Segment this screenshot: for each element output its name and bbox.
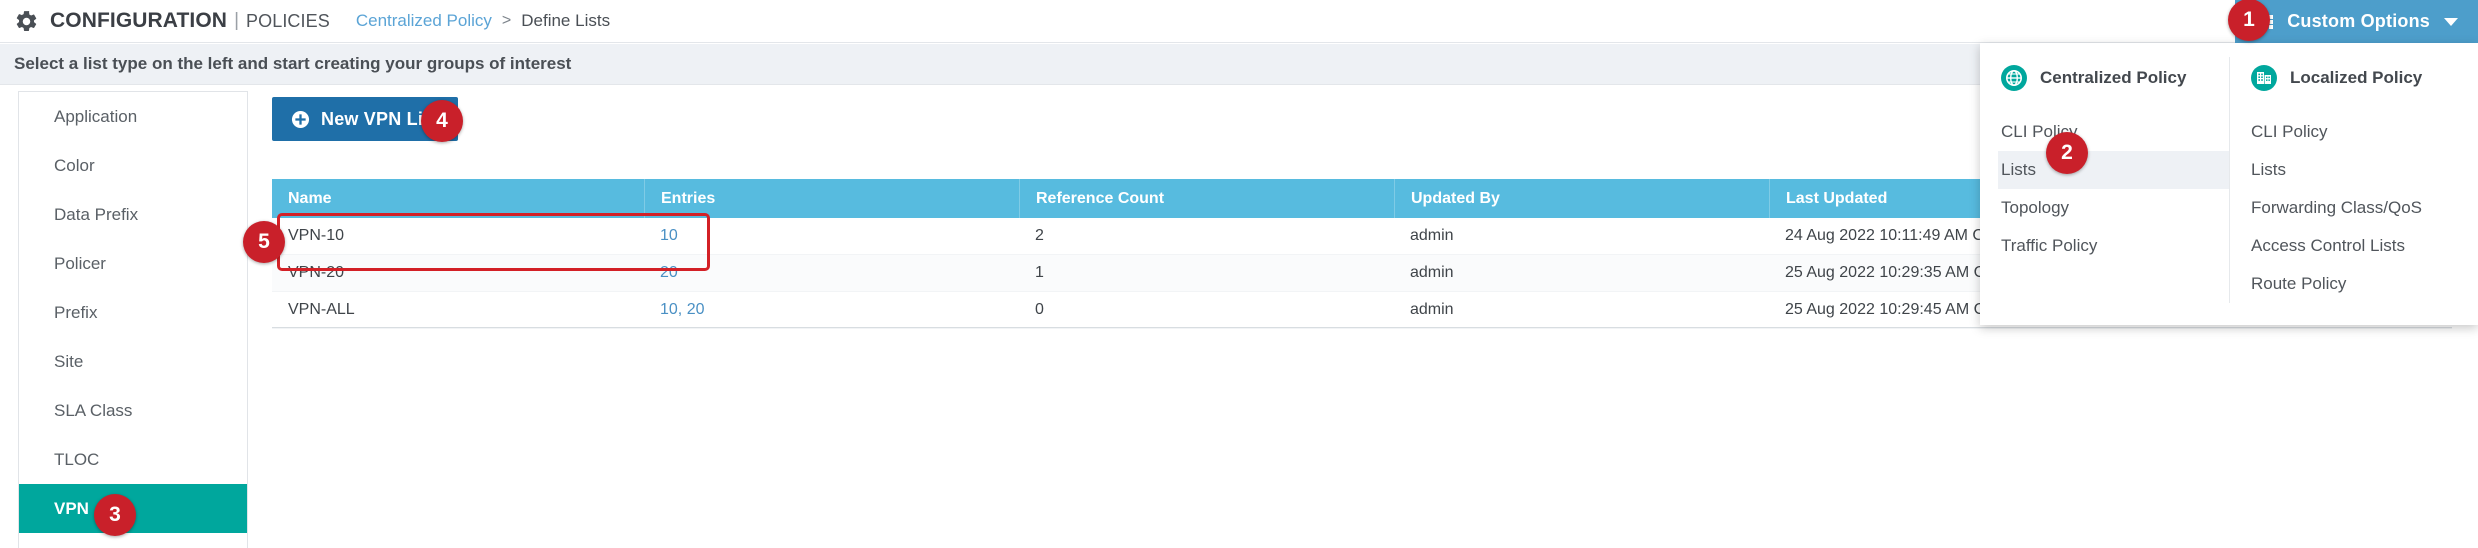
dropdown-item-access-control-lists[interactable]: Access Control Lists <box>2248 227 2478 265</box>
dropdown-item-label: Topology <box>2001 198 2069 218</box>
column-header-name[interactable]: Name <box>272 179 644 218</box>
dropdown-item-label: Lists <box>2251 160 2286 180</box>
cell-updated-by: admin <box>1394 255 1769 291</box>
dropdown-item-label: Route Policy <box>2251 274 2346 294</box>
breadcrumb-current-define-lists: Define Lists <box>521 11 610 31</box>
cell-entries-link[interactable]: 10, 20 <box>644 292 1019 328</box>
sidebar-item-site[interactable]: Site <box>19 337 247 386</box>
annotation-badge-3: 3 <box>94 494 136 536</box>
column-header-reference-count[interactable]: Reference Count <box>1019 179 1394 218</box>
sidebar-item-application[interactable]: Application <box>19 92 247 141</box>
dropdown-item-cli-policy-localized[interactable]: CLI Policy <box>2248 113 2478 151</box>
dropdown-header-label: Centralized Policy <box>2040 68 2186 88</box>
table-bottom-divider <box>272 327 2452 328</box>
cell-updated-by: admin <box>1394 218 1769 254</box>
list-type-sidebar: Application Color Data Prefix Policer Pr… <box>18 91 248 548</box>
sidebar-item-label: Policer <box>54 254 106 274</box>
dropdown-item-topology[interactable]: Topology <box>1998 189 2229 227</box>
dropdown-item-label: Access Control Lists <box>2251 236 2405 256</box>
dropdown-item-route-policy[interactable]: Route Policy <box>2248 265 2478 303</box>
custom-options-dropdown: Centralized Policy CLI Policy Lists Topo… <box>1980 43 2478 325</box>
cell-reference-count: 2 <box>1019 218 1394 254</box>
sidebar-item-sla-class[interactable]: SLA Class <box>19 386 247 435</box>
cell-entries-link[interactable]: 20 <box>644 255 1019 291</box>
plus-circle-icon <box>291 110 310 129</box>
dropdown-item-lists[interactable]: Lists <box>1998 151 2229 189</box>
instruction-text: Select a list type on the left and start… <box>14 54 571 74</box>
sidebar-item-label: Application <box>54 107 137 127</box>
annotation-badge-4: 4 <box>421 100 463 142</box>
dropdown-item-lists-localized[interactable]: Lists <box>2248 151 2478 189</box>
sidebar-item-label: TLOC <box>54 450 99 470</box>
sidebar-item-color[interactable]: Color <box>19 141 247 190</box>
cell-name: VPN-ALL <box>272 292 644 328</box>
sidebar-item-label: Data Prefix <box>54 205 138 225</box>
dropdown-column-localized-policy: Localized Policy CLI Policy Lists Forwar… <box>2229 57 2478 303</box>
app-root: CONFIGURATION | POLICIES Centralized Pol… <box>0 0 2478 548</box>
page-title: CONFIGURATION <box>50 9 227 33</box>
dropdown-header-localized-policy: Localized Policy <box>2248 57 2478 99</box>
chevron-down-icon <box>2444 18 2458 26</box>
cell-reference-count: 1 <box>1019 255 1394 291</box>
page-subtitle: POLICIES <box>246 11 330 32</box>
cell-name: VPN-20 <box>272 255 644 291</box>
column-header-entries[interactable]: Entries <box>644 179 1019 218</box>
breadcrumb-link-centralized-policy[interactable]: Centralized Policy <box>356 11 492 31</box>
column-header-updated-by[interactable]: Updated By <box>1394 179 1769 218</box>
dropdown-item-cli-policy[interactable]: CLI Policy <box>1998 113 2229 151</box>
sidebar-item-label: Color <box>54 156 95 176</box>
dropdown-column-centralized-policy: Centralized Policy CLI Policy Lists Topo… <box>1980 57 2229 303</box>
cell-name: VPN-10 <box>272 218 644 254</box>
sidebar-item-tloc[interactable]: TLOC <box>19 435 247 484</box>
cell-entries-link[interactable]: 10 <box>644 218 1019 254</box>
title-separator: | <box>234 10 239 32</box>
dropdown-item-label: Forwarding Class/QoS <box>2251 198 2422 218</box>
globe-icon <box>2001 65 2027 91</box>
breadcrumb: Centralized Policy > Define Lists <box>356 11 610 31</box>
cell-reference-count: 0 <box>1019 292 1394 328</box>
breadcrumb-separator-icon: > <box>502 12 511 30</box>
dropdown-item-label: Traffic Policy <box>2001 236 2097 256</box>
annotation-badge-1: 1 <box>2228 0 2270 41</box>
dropdown-item-traffic-policy[interactable]: Traffic Policy <box>1998 227 2229 265</box>
annotation-badge-2: 2 <box>2046 132 2088 174</box>
sidebar-item-label: SLA Class <box>54 401 132 421</box>
custom-options-label: Custom Options <box>2287 11 2430 32</box>
dropdown-item-label: CLI Policy <box>2251 122 2328 142</box>
sidebar-item-data-prefix[interactable]: Data Prefix <box>19 190 247 239</box>
sidebar-item-label: Site <box>54 352 83 372</box>
annotation-badge-5: 5 <box>243 221 285 263</box>
custom-options-button[interactable]: Custom Options <box>2235 0 2478 43</box>
dropdown-header-label: Localized Policy <box>2290 68 2422 88</box>
cell-updated-by: admin <box>1394 292 1769 328</box>
sidebar-item-label: VPN <box>54 499 89 519</box>
gear-icon <box>14 9 39 34</box>
sidebar-item-label: Prefix <box>54 303 97 323</box>
sidebar-item-policer[interactable]: Policer <box>19 239 247 288</box>
dropdown-item-forwarding-class-qos[interactable]: Forwarding Class/QoS <box>2248 189 2478 227</box>
dropdown-item-label: Lists <box>2001 160 2036 180</box>
top-header: CONFIGURATION | POLICIES Centralized Pol… <box>0 0 2478 43</box>
dropdown-header-centralized-policy: Centralized Policy <box>1998 57 2229 99</box>
sidebar-item-prefix[interactable]: Prefix <box>19 288 247 337</box>
building-icon <box>2251 65 2277 91</box>
